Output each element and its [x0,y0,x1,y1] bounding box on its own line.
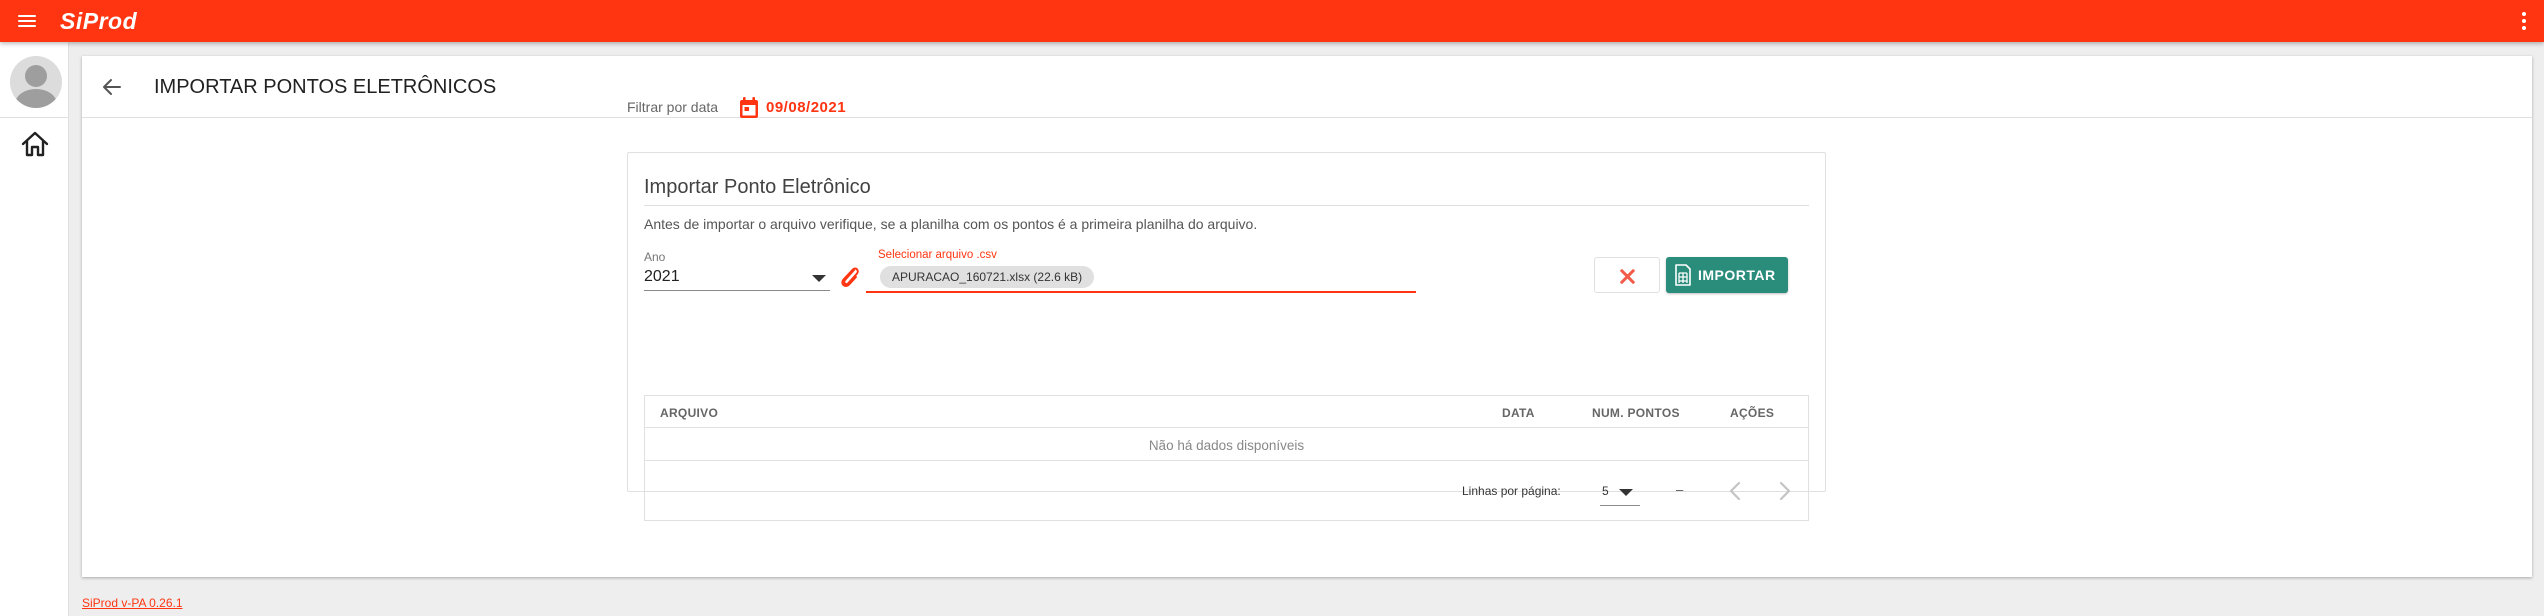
panel-description: Antes de importar o arquivo verifique, s… [644,216,1258,232]
file-input[interactable]: APURACAO_160721.xlsx (22.6 kB) [866,263,1416,293]
app-logo[interactable]: SiProd [60,6,137,36]
ano-select[interactable]: 2021 [644,264,830,291]
divider [0,117,69,118]
rows-per-page-select[interactable]: 5 [1600,478,1640,506]
arrow-left-icon[interactable] [99,75,125,99]
chevron-down-icon [1619,489,1633,496]
column-header-num-pontos[interactable]: NUM. PONTOS [1592,406,1680,420]
import-button-label: IMPORTAR [1698,267,1776,283]
menu-icon[interactable] [14,9,40,33]
import-panel: Importar Ponto Eletrônico Antes de impor… [627,152,1826,521]
file-input-label: Selecionar arquivo .csv [878,249,997,261]
chevron-down-icon [812,275,826,282]
divider [644,205,1809,206]
table-footer: Linhas por página: 5 – [645,462,1808,520]
version-link[interactable]: SiProd v-PA 0.26.1 [82,596,183,610]
paperclip-icon[interactable] [838,264,862,290]
column-header-arquivo[interactable]: ARQUIVO [660,406,718,420]
nav-rail [0,42,69,616]
chevron-right-icon[interactable] [1771,478,1797,504]
empty-message: Não há dados disponíveis [1148,438,1305,453]
home-icon[interactable] [20,130,50,158]
import-button[interactable]: IMPORTAR [1666,257,1788,293]
table-header: ARQUIVO DATA NUM. PONTOS AÇÕES [645,396,1808,428]
calendar-icon[interactable] [738,96,760,120]
ano-value: 2021 [644,268,680,285]
ano-label: Ano [644,250,666,264]
more-vert-icon[interactable] [2512,8,2536,34]
date-value[interactable]: 09/08/2021 [766,99,846,116]
pagination-range: – [1676,482,1684,497]
page-header: IMPORTAR PONTOS ELETRÔNICOS [82,56,2532,118]
chevron-left-icon[interactable] [1723,478,1749,504]
data-table: ARQUIVO DATA NUM. PONTOS AÇÕES Não há da… [644,395,1809,521]
rows-per-page-label: Linhas por página: [1462,484,1561,498]
clear-button[interactable] [1594,257,1660,293]
rows-per-page-value: 5 [1602,484,1609,498]
app-bar: SiProd [0,0,2544,42]
avatar-icon[interactable] [10,56,62,108]
column-header-data[interactable]: DATA [1502,406,1535,420]
panel-title: Importar Ponto Eletrônico [644,176,871,198]
file-chip[interactable]: APURACAO_160721.xlsx (22.6 kB) [880,266,1095,288]
page-title: IMPORTAR PONTOS ELETRÔNICOS [154,76,497,98]
column-header-acoes: AÇÕES [1730,406,1775,420]
table-row: Não há dados disponíveis [645,429,1808,461]
spreadsheet-icon [1675,264,1691,286]
filter-label: Filtrar por data [627,99,719,115]
